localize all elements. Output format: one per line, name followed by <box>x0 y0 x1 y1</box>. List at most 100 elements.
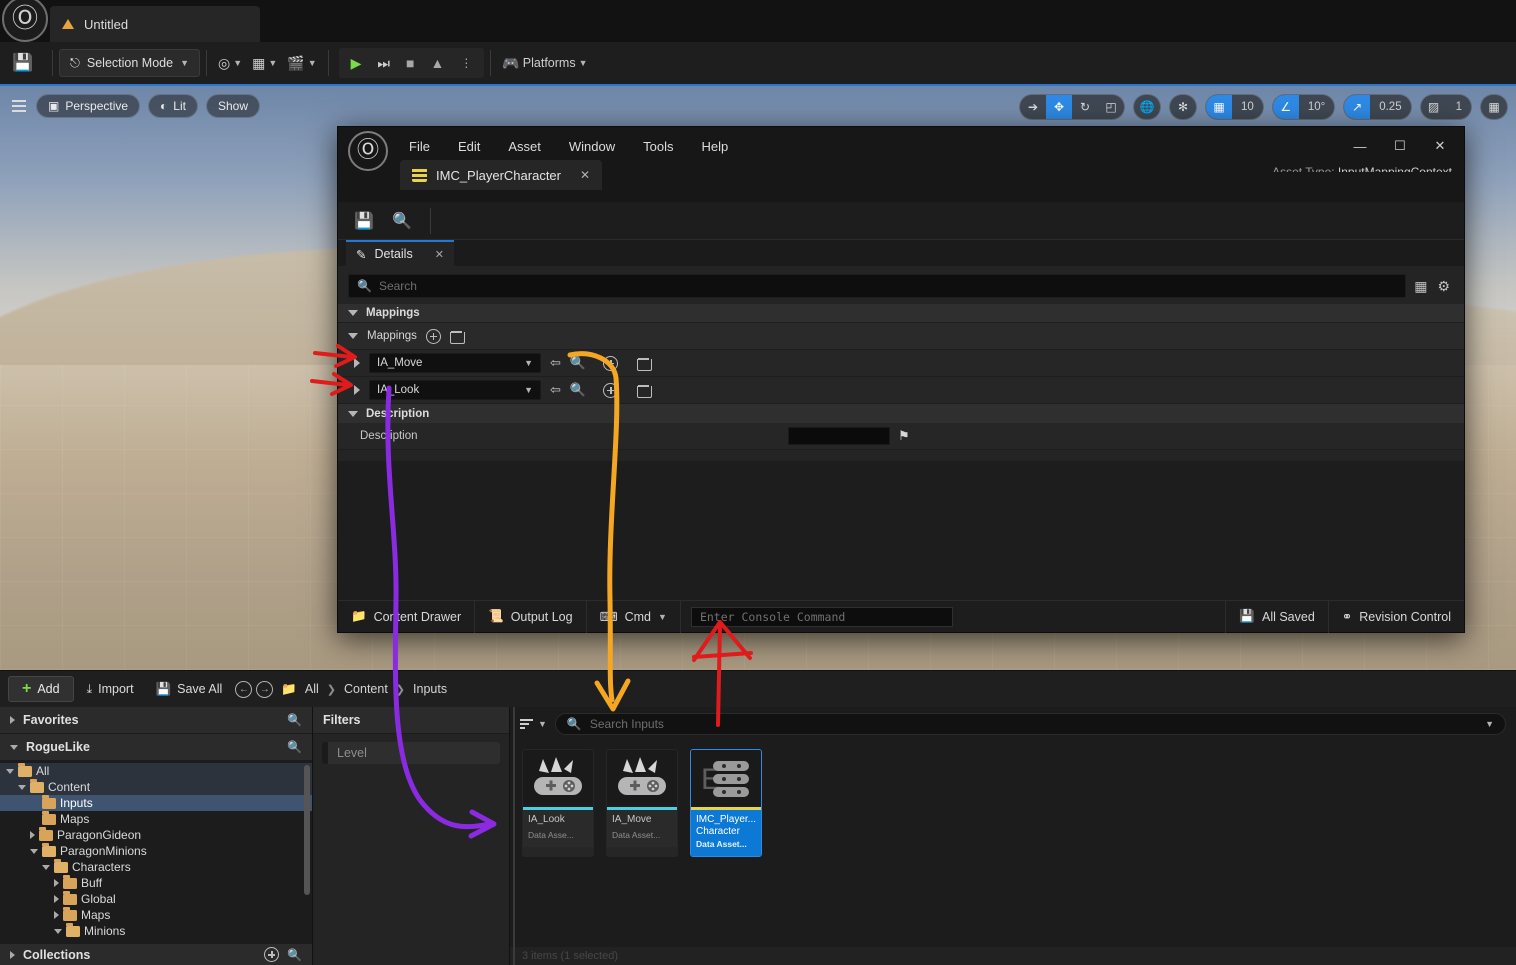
viewport-layout-icon[interactable]: ▦ <box>1480 94 1508 120</box>
breadcrumb-content[interactable]: Content <box>344 682 388 696</box>
viewport-menu-icon[interactable] <box>10 97 28 115</box>
world-coordinate-icon[interactable]: 🌐 <box>1133 94 1162 120</box>
import-button[interactable]: ⤓ Import <box>78 676 143 702</box>
collapse-arrow-icon[interactable] <box>42 864 50 870</box>
asset-search-input[interactable]: 🔍 Search Inputs ▼ <box>554 713 1506 735</box>
maximize-button[interactable]: ☐ <box>1382 134 1418 158</box>
mapping-action-dropdown[interactable]: IA_Move ▼ <box>369 353 541 373</box>
skip-icon[interactable]: ⏭ <box>370 55 397 72</box>
tree-item-minions[interactable]: Minions <box>0 922 312 939</box>
search-icon[interactable]: 🔍 <box>287 948 302 962</box>
tree-item-paragonminions[interactable]: ParagonMinions <box>0 842 312 859</box>
add-icon[interactable] <box>264 947 280 962</box>
collapse-arrow-icon[interactable] <box>6 768 14 774</box>
tree-item-global[interactable]: Global <box>0 890 312 907</box>
favorites-header[interactable]: Favorites 🔍 <box>0 707 312 734</box>
close-icon[interactable]: ✕ <box>580 168 590 182</box>
rotate-gizmo-icon[interactable]: ↻ <box>1072 95 1098 119</box>
save-icon[interactable]: 💾 <box>348 207 380 235</box>
unreal-logo-icon[interactable]: Ⓞ <box>2 0 48 42</box>
search-icon[interactable]: 🔍 <box>287 713 302 727</box>
add-element-icon[interactable] <box>425 328 441 344</box>
expand-arrow-icon[interactable] <box>54 911 59 919</box>
platforms-button[interactable]: 🎮 Platforms ▼ <box>497 49 592 77</box>
browse-asset-icon[interactable]: 🔍 <box>570 355 586 371</box>
forward-arrow-icon[interactable]: → <box>256 680 274 698</box>
save-all-button[interactable]: 💾 Save All <box>147 676 232 702</box>
surface-snap-icon[interactable]: ✻ <box>1169 94 1198 120</box>
asset-tile[interactable]: IA_Look Data Asse... <box>522 749 594 857</box>
level-tab-untitled[interactable]: Untitled <box>50 6 260 42</box>
localization-flag-icon[interactable]: ⚑ <box>898 428 910 444</box>
mapping-action-dropdown[interactable]: IA_Look ▼ <box>369 380 541 400</box>
delete-element-icon[interactable] <box>637 356 653 371</box>
expand-arrow-icon[interactable] <box>54 879 59 887</box>
cmd-dropdown-button[interactable]: ⌨ Cmd ▼ <box>587 600 681 633</box>
angle-snap-value[interactable]: 10° <box>1299 95 1334 119</box>
menu-help[interactable]: Help <box>692 135 737 158</box>
expand-arrow-icon[interactable] <box>30 831 35 839</box>
scale-snap-value[interactable]: 0.25 <box>1370 95 1410 119</box>
move-gizmo-icon[interactable]: ✥ <box>1046 95 1073 119</box>
menu-edit[interactable]: Edit <box>449 135 489 158</box>
viewport-lit-button[interactable]: ◐ Lit <box>148 94 198 118</box>
collapse-arrow-icon[interactable] <box>18 784 26 790</box>
play-icon[interactable]: ▶ <box>344 55 369 72</box>
tree-item-maps[interactable]: Maps <box>0 810 312 827</box>
angle-snap-icon[interactable]: ∠ <box>1272 95 1299 119</box>
grid-snap-icon[interactable]: ▦ <box>1206 95 1233 119</box>
camera-speed-value[interactable]: 1 <box>1447 95 1471 119</box>
tree-item-paragongideon[interactable]: ParagonGideon <box>0 826 312 843</box>
folder-tree[interactable]: All Content Inputs Maps ParagonGideon Paragon… <box>0 761 312 943</box>
tree-item-all[interactable]: All <box>0 762 312 779</box>
eject-icon[interactable]: ▲ <box>424 55 452 71</box>
filter-icon[interactable] <box>520 719 533 729</box>
tree-item-characters[interactable]: Characters <box>0 858 312 875</box>
cinematics-button[interactable]: 🎬 ▼ <box>282 49 321 77</box>
asset-tile[interactable]: IA_Move Data Asset... <box>606 749 678 857</box>
tab-details[interactable]: ✎ Details ✕ <box>346 240 454 266</box>
viewport-perspective-button[interactable]: ▣ Perspective <box>36 94 141 118</box>
collapse-arrow-icon[interactable] <box>30 848 38 854</box>
output-log-button[interactable]: 📜 Output Log <box>475 600 587 633</box>
delete-all-icon[interactable] <box>449 329 465 344</box>
tab-imc-playercharacter[interactable]: IMC_PlayerCharacter ✕ <box>400 160 603 190</box>
scale-snap-icon[interactable]: ↗ <box>1344 95 1371 119</box>
tree-scrollbar[interactable] <box>304 765 310 895</box>
breadcrumb-all[interactable]: All <box>305 682 319 696</box>
tree-item-content[interactable]: Content <box>0 778 312 795</box>
category-description[interactable]: Description <box>338 404 1464 423</box>
browse-asset-icon[interactable]: 🔍 <box>570 382 586 398</box>
add-button[interactable]: + Add <box>8 676 74 702</box>
breadcrumb-inputs[interactable]: Inputs <box>413 682 447 696</box>
description-input[interactable] <box>788 427 890 445</box>
revision-control-button[interactable]: ⚭ Revision Control <box>1327 600 1464 633</box>
menu-tools[interactable]: Tools <box>634 135 682 158</box>
mapping-row-ia-look[interactable]: IA_Look ▼ ⇦ 🔍 <box>338 377 1464 404</box>
more-options-icon[interactable]: ⋮ <box>453 56 479 70</box>
tree-item-buff[interactable]: Buff <box>0 874 312 891</box>
grid-snap-value[interactable]: 10 <box>1232 95 1263 119</box>
column-view-icon[interactable]: ▦ <box>1414 278 1427 295</box>
collapse-arrow-icon[interactable] <box>54 928 62 934</box>
menu-window[interactable]: Window <box>560 135 624 158</box>
browse-content-icon[interactable]: 🔍 <box>386 207 418 235</box>
category-mappings[interactable]: Mappings <box>338 304 1464 323</box>
expand-arrow-icon[interactable] <box>348 333 358 339</box>
delete-element-icon[interactable] <box>637 383 653 398</box>
chevron-down-icon[interactable]: ▼ <box>538 719 547 729</box>
search-icon[interactable]: 🔍 <box>287 740 302 754</box>
close-button[interactable]: ✕ <box>1422 134 1458 158</box>
content-drawer-button[interactable]: 📁 Content Drawer <box>338 600 476 633</box>
back-arrow-icon[interactable]: ← <box>235 680 253 698</box>
expand-arrow-icon[interactable] <box>354 385 360 395</box>
selection-mode-button[interactable]: ⎋ Selection Mode ▼ <box>59 49 200 77</box>
asset-tile[interactable]: E IMC_Player... Character Data Asset... <box>690 749 762 857</box>
minimize-button[interactable]: — <box>1342 134 1378 158</box>
scale-gizmo-icon[interactable]: ◰ <box>1098 95 1124 119</box>
save-icon[interactable]: 💾 <box>0 53 46 73</box>
viewport-show-button[interactable]: Show <box>205 94 261 118</box>
select-cursor-icon[interactable]: ➔ <box>1020 95 1046 119</box>
filter-level[interactable]: Level <box>322 742 500 764</box>
camera-icon[interactable]: ▨ <box>1421 95 1447 119</box>
